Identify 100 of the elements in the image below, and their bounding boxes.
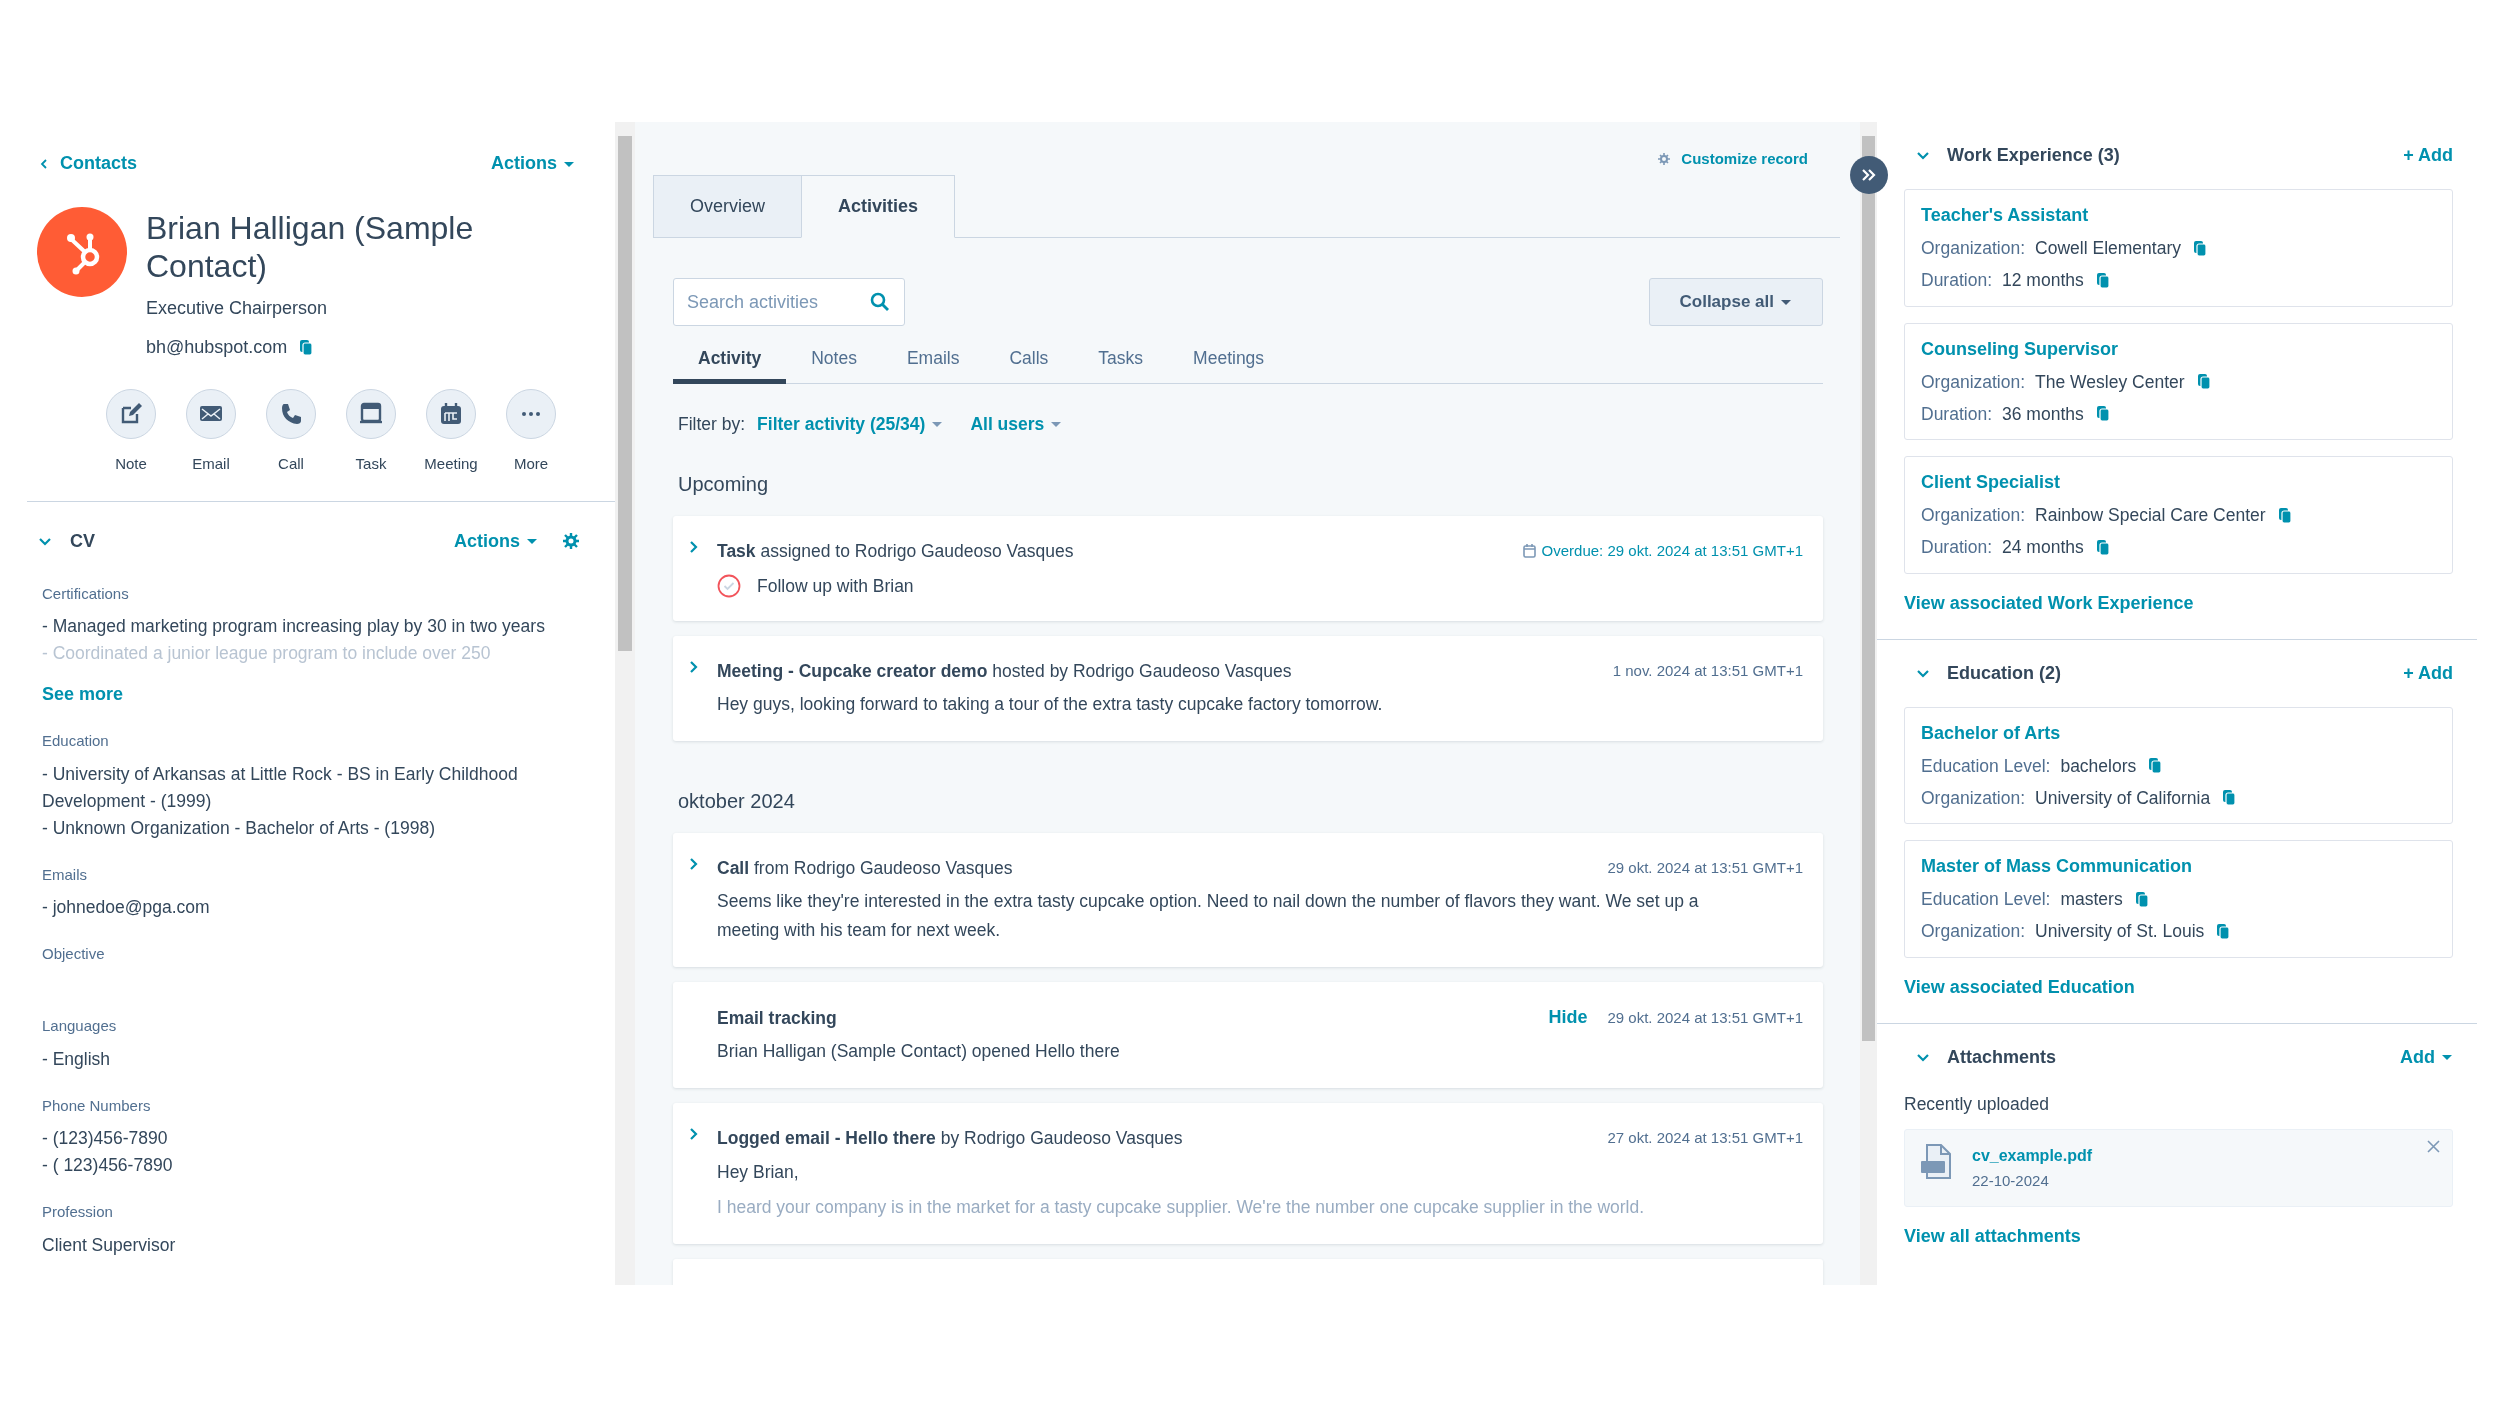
field-label: Organization: [1921,237,2026,260]
group-heading: Upcoming [678,472,770,498]
copy-icon [2095,271,2110,289]
filter-activity-dropdown[interactable]: Filter activity (25/34) [757,411,944,438]
field-label: Emails [42,864,88,885]
actions-button[interactable]: Actions [491,150,575,177]
back-link[interactable]: Contacts [40,150,137,177]
field-value: - (123)456-7890 [42,1127,169,1150]
field-label: Education [42,731,110,751]
faded-field-value: - Coordinated a junior league program to include over 250 [42,642,492,665]
field-value: bachelors [2060,754,2137,778]
copy-icon [2095,405,2110,423]
section-title: Education (2) [1947,661,2062,685]
record-title-link[interactable]: Client Specialist [1921,469,2061,496]
meeting-action-button[interactable]: Meeting [411,389,491,476]
field-value: 36 months [2002,402,2084,426]
pencil-icon [119,402,143,426]
tab[interactable]: Overview [653,175,801,238]
chevron-down-icon[interactable] [1916,150,1930,161]
field-label: Duration: [1921,536,1992,560]
field-value: - Managed marketing program increasing play by 30 in two years [42,615,545,638]
file-name-link[interactable]: cv_example.pdf [1972,1143,2093,1168]
scrollbar[interactable] [615,122,635,1285]
activity-date: 1 nov. 2024 at 13:51 GMT+1 [1612,660,1803,681]
users-dropdown[interactable]: All users [970,411,1063,438]
activity-body: Seems like they're interested in the extra tasty cupcake option. Need to nail down the number of flavors they want. We set up a meeting with his team for next week. [717,890,1700,943]
see-more-link[interactable]: See more [42,681,124,708]
field-label: Organization: [1921,920,2026,944]
field-label: Phone Numbers [42,1095,152,1116]
view-link[interactable]: View associated Work Experience [1904,589,2194,617]
settings-icon [1657,152,1672,167]
add-button[interactable]: + Add [2403,659,2453,687]
collapse-all-button[interactable]: Collapse all [1648,278,1823,326]
caret-icon [1050,420,1063,429]
tab[interactable]: Activities [801,175,956,238]
record-title-link[interactable]: Bachelor of Arts [1921,719,2061,747]
field-label: Duration: [1921,402,1992,426]
field-label: Profession [42,1202,114,1222]
scrollbar[interactable] [1860,122,1877,1285]
call-action-button[interactable]: Call [251,389,331,476]
view-link[interactable]: View associated Education [1904,973,2135,1001]
chevron-down-icon[interactable] [38,535,52,547]
field-label: Education Level: [1921,888,2051,911]
note-action-button[interactable]: Note [91,389,171,476]
copy-icon [2222,789,2237,807]
close-button[interactable] [2427,1139,2440,1153]
activity-preview: I heard your company is in the market for a tasty cupcake supplier. We're the number one cupcake supplier in the world. [717,1195,1646,1219]
activity-title: Call from Rodrigo Gaudeoso Vasques [717,857,1014,880]
field-value: University of St. Louis [2035,920,2205,944]
activity-date: 27 okt. 2024 at 13:51 GMT+1 [1607,1128,1803,1149]
copy-icon [2216,922,2231,940]
activity-date: 29 okt. 2024 at 13:51 GMT+1 [1607,1007,1803,1028]
field-value: Rainbow Special Care Center [2035,504,2266,527]
activity-title: Meeting - Cupcake creator demo hosted by Rodrigo Gaudeoso Vasques [717,659,1293,683]
phone-icon [279,402,303,426]
email-action-button[interactable]: Email [171,389,251,476]
actions-button[interactable]: Actions [454,527,538,555]
more-action-button[interactable]: More [491,389,571,476]
add-button[interactable]: + Add [2403,142,2453,169]
section-title: Attachments [1947,1045,2058,1069]
subtitle: Recently uploaded [1904,1092,2050,1116]
field-label: Objective [42,944,106,964]
chevron-right-icon[interactable] [689,858,698,870]
activity-tab[interactable]: Tasks [1073,338,1169,384]
view-link[interactable]: View all attachments [1904,1223,2081,1251]
chevron-down-icon[interactable] [1916,667,1930,679]
caret-icon [1780,298,1792,306]
activity-tab[interactable]: Notes [786,338,882,384]
chevron-right-icon[interactable] [689,1128,698,1141]
chevron-right-icon[interactable] [689,541,698,554]
activity-tab[interactable]: Activity [673,338,787,384]
field-value: University of California [2035,786,2211,810]
activity-tab[interactable]: Meetings [1168,338,1290,384]
record-title-link[interactable]: Teacher's Assistant [1921,202,2089,229]
field-value: - Unknown Organization - Bachelor of Arts - (1998) [42,816,436,840]
field-value: The Wesley Center [2035,370,2185,394]
field-label: Organization: [1921,504,2026,527]
add-button[interactable]: Add [2400,1043,2453,1071]
copy-icon [2277,506,2292,524]
task-action-button[interactable]: Task [331,389,411,476]
copy-icon [2134,890,2149,908]
contact-email: bh@hubspot.com [146,336,288,359]
task-checkbox[interactable] [717,573,741,598]
activity-title: Email tracking [717,1006,838,1030]
activity-tab[interactable]: Calls [984,338,1074,384]
record-title-link[interactable]: Master of Mass Communication [1921,853,2193,880]
more-icon [522,412,540,416]
activity-tab[interactable]: Emails [881,338,985,384]
search-field[interactable]: Search activities [673,278,905,326]
chevron-down-icon[interactable] [1916,1051,1930,1063]
field-value: - University of Arkansas at Little Rock - BS in Early Childhood Development - (1999) [42,762,519,813]
chevron-right-icon[interactable] [689,660,698,673]
customize-record-link[interactable]: Customize record [1657,148,1808,171]
record-title-link[interactable]: Counseling Supervisor [1921,335,2119,363]
field-label: Languages [42,1016,118,1036]
copy-icon [2095,538,2110,556]
field-value: - johnedoe@pga.com [42,896,211,919]
hide-button[interactable]: Hide [1548,1004,1588,1032]
contact-title: Executive Chairperson [146,297,329,320]
activity-title: Logged email - Hello there by Rodrigo Gaudeoso Vasques [717,1127,1184,1151]
